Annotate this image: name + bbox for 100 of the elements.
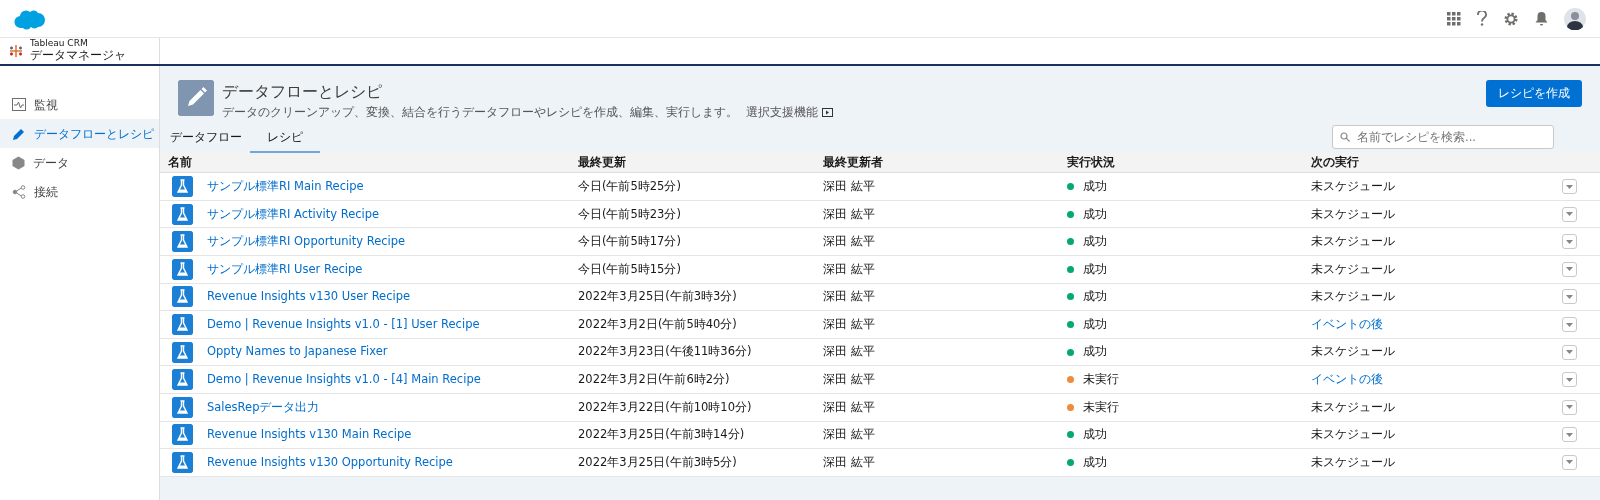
column-header: 最終更新者 — [823, 154, 884, 172]
play-icon — [822, 108, 833, 118]
table-cell-text: 深田 紘平 — [823, 398, 876, 416]
table-cell: 未スケジュール — [1311, 233, 1395, 251]
table-cell-text: 2022年3月25日(午前3時3分) — [578, 288, 738, 306]
row-menu-button[interactable] — [1562, 317, 1577, 332]
recipe-name-link[interactable]: サンプル標準RI Main Recipe — [207, 177, 364, 196]
caret-down-icon — [1566, 460, 1573, 465]
recipe-name-link[interactable]: Demo | Revenue Insights v1.0 - [4] Main Recipe — [207, 371, 481, 389]
sidebar-item[interactable]: データフローとレシピ — [0, 119, 159, 148]
next-run-link[interactable]: イベントの後 — [1311, 315, 1383, 334]
caret-down-icon — [1566, 350, 1573, 355]
table-cell-text: 2022年3月25日(午前3時14分) — [578, 426, 746, 444]
status-text: 成功 — [1083, 288, 1107, 306]
caret-down-icon — [1566, 267, 1573, 272]
row-menu-button[interactable] — [1562, 372, 1577, 388]
row-menu-button[interactable] — [1562, 289, 1577, 305]
tab[interactable]: データフロー — [162, 123, 250, 154]
sidebar-item[interactable]: 接続 — [0, 177, 159, 206]
sidebar-item[interactable]: 監視 — [0, 90, 159, 119]
table-cell-text: 深田 紘平 — [823, 288, 876, 306]
help-icon[interactable] — [1477, 11, 1487, 26]
table-cell: 未スケジュール — [1311, 426, 1395, 444]
caret-down-icon — [1566, 405, 1573, 410]
table-cell-text: 今日(午前5時17分) — [578, 233, 682, 251]
row-menu-button[interactable] — [1562, 455, 1577, 470]
share-icon — [12, 184, 26, 199]
recipe-name-link[interactable]: Revenue Insights v130 Main Recipe — [207, 426, 412, 444]
next-run-link[interactable]: イベントの後 — [1311, 371, 1383, 389]
caret-down-icon — [1566, 377, 1573, 382]
row-menu-button[interactable] — [1562, 261, 1577, 277]
pencil-icon — [12, 126, 26, 141]
table-cell-text: 未スケジュール — [1311, 177, 1395, 195]
table-cell-text: 深田 紘平 — [823, 315, 876, 333]
caret-down-icon — [1566, 239, 1573, 244]
row-menu-button[interactable] — [1562, 179, 1577, 195]
search-field[interactable]: 名前でレシピを検索... — [1332, 125, 1554, 150]
status-text: 成功 — [1083, 426, 1107, 444]
page-description: データのクリーンアップ、変換、結合を行うデータフローやレシピを作成、編集、実行します。 — [222, 104, 738, 121]
help-link[interactable]: 選択支援機能 — [746, 104, 833, 122]
column-header: 最終更新 — [578, 154, 627, 172]
column-header: 名前 — [167, 154, 193, 172]
status-text: 成功 — [1083, 233, 1107, 251]
flask-icon — [172, 341, 193, 363]
row-menu-button[interactable] — [1562, 234, 1577, 250]
table-cell-text: 深田 紘平 — [823, 426, 876, 444]
flask-icon — [172, 424, 193, 446]
notification-bell-icon[interactable] — [1535, 11, 1548, 26]
flask-icon — [172, 176, 193, 198]
status-text: 成功 — [1083, 453, 1107, 471]
pulse-icon — [12, 98, 26, 111]
caret-down-icon — [1566, 184, 1573, 189]
table-cell: 未スケジュール — [1311, 205, 1395, 223]
table-cell-text: 未スケジュール — [1311, 453, 1395, 471]
recipe-name-link[interactable]: Oppty Names to Japanese Fixer — [207, 343, 388, 361]
row-menu-button[interactable] — [1562, 427, 1577, 443]
row-menu-button[interactable] — [1562, 399, 1577, 415]
table-cell: 未スケジュール — [1311, 260, 1395, 278]
caret-down-icon — [1566, 212, 1573, 217]
row-menu-button[interactable] — [1562, 206, 1577, 222]
caret-down-icon — [1566, 322, 1573, 327]
recipe-name-link[interactable]: Demo | Revenue Insights v1.0 - [1] User Recipe — [207, 315, 480, 334]
status-text: 成功 — [1083, 177, 1107, 195]
table-cell-text: 深田 紘平 — [823, 453, 876, 471]
table-cell-text: 2022年3月23日(午後11時36分) — [578, 343, 753, 361]
flask-icon — [172, 452, 193, 473]
table-cell: 未スケジュール — [1311, 288, 1395, 306]
recipe-name-link[interactable]: サンプル標準RI Activity Recipe — [207, 205, 380, 223]
recipe-name-link[interactable]: SalesRepデータ出力 — [207, 398, 320, 416]
recipe-name-link[interactable]: Revenue Insights v130 Opportunity Recipe — [207, 453, 453, 472]
table-cell-text: 2022年3月2日(午前5時40分) — [578, 315, 738, 333]
column-header: 実行状況 — [1067, 154, 1116, 172]
settings-icon[interactable] — [1503, 10, 1519, 27]
caret-down-icon — [1566, 294, 1573, 299]
table-cell-text: 深田 紘平 — [823, 343, 876, 361]
table-cell: 未スケジュール — [1311, 398, 1395, 416]
status-text: 未実行 — [1083, 398, 1119, 416]
row-menu-button[interactable] — [1562, 344, 1577, 360]
table-cell-text: 今日(午前5時23分) — [578, 205, 682, 223]
flask-icon — [172, 369, 193, 391]
table-cell-text: 深田 紘平 — [823, 177, 876, 195]
app-subtitle: Tableau CRM — [30, 39, 89, 49]
user-avatar[interactable] — [1564, 7, 1586, 30]
flask-icon — [172, 203, 193, 225]
table-cell-text: 2022年3月2日(午前6時2分) — [578, 371, 731, 389]
recipe-name-link[interactable]: Revenue Insights v130 User Recipe — [207, 288, 411, 306]
hexagon-icon — [12, 155, 25, 170]
recipe-name-link[interactable]: サンプル標準RI User Recipe — [207, 260, 363, 278]
status-text: 成功 — [1083, 343, 1107, 361]
sidebar-item[interactable]: データ — [0, 148, 159, 177]
table-cell-text: 2022年3月25日(午前3時5分) — [578, 453, 738, 471]
recipe-name-link[interactable]: サンプル標準RI Opportunity Recipe — [207, 233, 406, 251]
flask-icon — [172, 314, 193, 335]
table-cell-text: 2022年3月22日(午前10時10分) — [578, 398, 753, 416]
create-recipe-button[interactable]: レシピを作成 — [1486, 80, 1582, 108]
table-cell: 未スケジュール — [1311, 343, 1395, 361]
table-cell-text: 深田 紘平 — [823, 233, 876, 251]
caret-down-icon — [1566, 432, 1573, 437]
table-cell-text: 深田 紘平 — [823, 260, 876, 278]
app-launcher-icon[interactable] — [1447, 11, 1461, 26]
